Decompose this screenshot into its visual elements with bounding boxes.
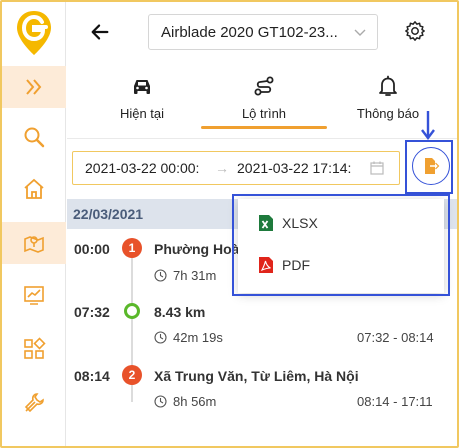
tabs-divider: [67, 138, 457, 139]
settings-button[interactable]: [402, 18, 428, 44]
chart-icon: [24, 286, 44, 305]
sidebar: [2, 2, 66, 446]
excel-icon: [259, 215, 273, 231]
tools-icon: [24, 393, 44, 413]
chevron-down-icon: [354, 29, 366, 36]
timeline-time: 07:32: [74, 304, 110, 320]
sidebar-item-search[interactable]: [2, 116, 66, 158]
vehicle-select-value: Airblade 2020 GT102-23...: [161, 23, 338, 41]
export-button[interactable]: [412, 147, 450, 185]
arrow-right-icon: →: [215, 160, 229, 176]
timeline-title: Xã Trung Văn, Từ Liêm, Hà Nội: [154, 368, 359, 384]
grid-icon: [24, 337, 46, 359]
timeline-duration: 7h 31m: [154, 268, 216, 283]
bell-icon: [379, 75, 397, 96]
gear-icon: [405, 21, 425, 41]
timeline-title: 8.43 km: [154, 304, 206, 320]
pdf-icon: [259, 257, 273, 273]
sidebar-item-home[interactable]: [2, 168, 66, 210]
tab-notifications-label: Thông báo: [356, 106, 420, 121]
duration-text: 8h 56m: [173, 394, 217, 409]
clock-icon: [154, 395, 167, 408]
duration-text: 7h 31m: [173, 268, 217, 283]
movement-dot: [124, 303, 140, 319]
back-button[interactable]: [86, 18, 114, 46]
time-range: 08:14 - 17:11: [357, 394, 433, 409]
tab-notifications[interactable]: Thông báo: [350, 70, 426, 132]
tab-route[interactable]: Lộ trình: [220, 70, 308, 132]
tab-current[interactable]: Hiện tại: [104, 70, 180, 132]
sidebar-item-expand[interactable]: [2, 66, 66, 108]
sidebar-item-apps[interactable]: [2, 328, 66, 370]
date-range-picker[interactable]: 2021-03-22 00:00: → 2021-03-22 17:14:: [72, 151, 400, 185]
route-icon: [254, 76, 274, 96]
tab-current-label: Hiện tại: [119, 106, 165, 121]
car-icon: [134, 80, 150, 94]
calendar-icon: [370, 161, 384, 175]
app-logo: [14, 8, 54, 58]
map-pin-icon: [24, 236, 44, 253]
clock-icon: [154, 331, 167, 344]
timeline-time: 08:14: [74, 368, 110, 384]
time-range: 07:32 - 08:14: [357, 330, 434, 345]
export-xlsx-label: XLSX: [282, 215, 318, 231]
tab-route-label: Lộ trình: [241, 106, 287, 121]
active-tab-indicator: [201, 126, 327, 129]
timeline-title: Phường Hoà: [154, 241, 240, 257]
duration-text: 42m 19s: [173, 330, 223, 345]
clock-icon: [154, 269, 167, 282]
timeline-duration: 42m 19s: [154, 330, 223, 345]
stop-badge: 2: [122, 365, 142, 385]
arrow-left-icon: [91, 24, 109, 40]
timeline-duration: 8h 56m: [154, 394, 216, 409]
day-label: 22/03/2021: [73, 206, 144, 222]
timeline-time: 00:00: [74, 241, 110, 257]
highlight-arrow: [421, 111, 435, 140]
search-icon: [24, 127, 45, 148]
date-to-input[interactable]: 2021-03-22 17:14:: [237, 160, 365, 176]
sidebar-item-map[interactable]: [2, 222, 66, 264]
home-icon: [24, 178, 44, 199]
export-pdf-item[interactable]: PDF: [258, 251, 310, 279]
sidebar-item-tools[interactable]: [2, 382, 66, 424]
sidebar-item-reports[interactable]: [2, 274, 66, 316]
export-pdf-label: PDF: [282, 257, 310, 273]
export-xlsx-item[interactable]: XLSX: [258, 209, 318, 237]
export-file-icon: [425, 158, 440, 174]
double-chevron-right-icon: [26, 79, 42, 95]
date-from-input[interactable]: 2021-03-22 00:00:: [73, 160, 201, 176]
stop-badge: 1: [122, 238, 142, 258]
vehicle-select[interactable]: Airblade 2020 GT102-23...: [148, 14, 378, 50]
